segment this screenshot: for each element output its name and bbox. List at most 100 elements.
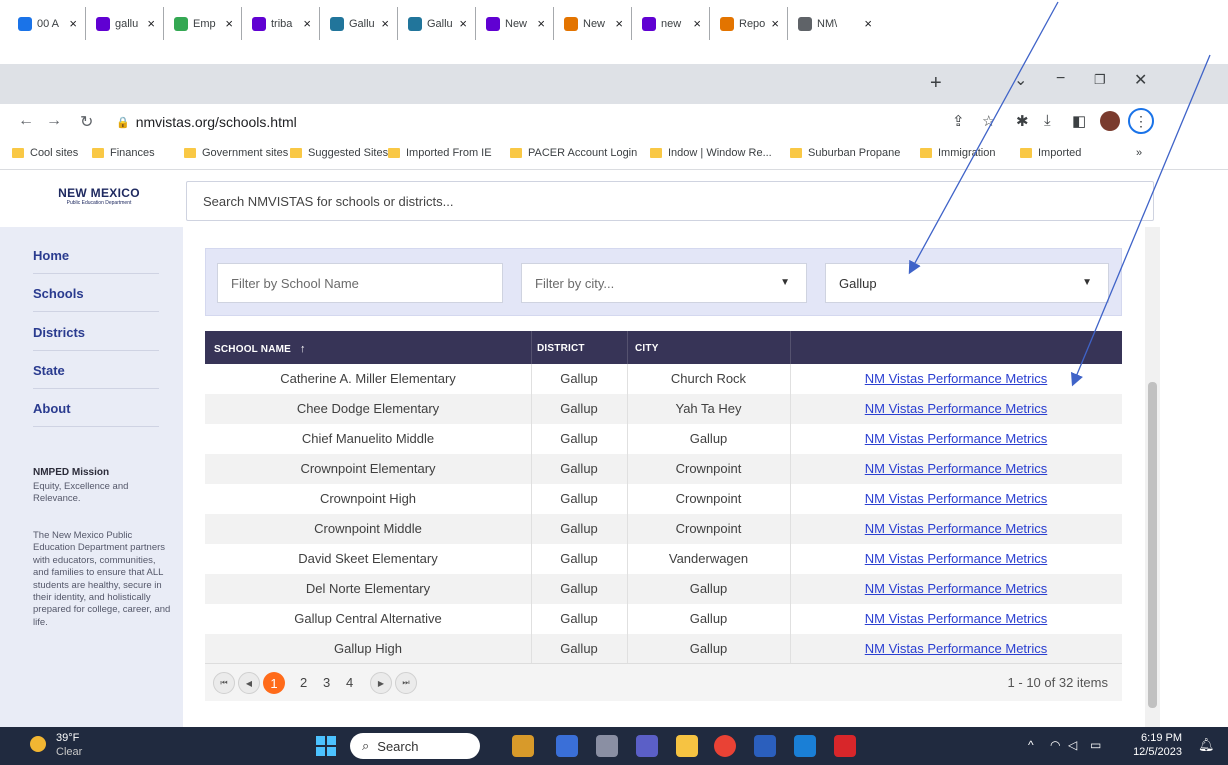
nav-districts[interactable]: Districts — [33, 325, 159, 351]
first-page-icon[interactable]: ⏮ — [213, 672, 235, 694]
tab-close-icon[interactable]: × — [225, 16, 233, 31]
metrics-link[interactable]: NM Vistas Performance Metrics — [865, 491, 1048, 506]
metrics-link[interactable]: NM Vistas Performance Metrics — [865, 611, 1048, 626]
menu-dots-icon[interactable]: ⋮ — [1128, 108, 1154, 134]
tab-close-icon[interactable]: × — [303, 16, 311, 31]
share-icon[interactable]: ⇪ — [952, 112, 965, 130]
extensions-icon[interactable]: ✱ — [1016, 112, 1029, 130]
browser-tab[interactable]: Repo × — [710, 7, 788, 40]
browser-tab[interactable]: New × — [554, 7, 632, 40]
tab-close-icon[interactable]: × — [459, 16, 467, 31]
tab-close-icon[interactable]: × — [615, 16, 623, 31]
header-district[interactable]: DISTRICT — [537, 343, 585, 354]
prev-page-icon[interactable]: ◀ — [238, 672, 260, 694]
wifi-icon[interactable]: ◠ — [1050, 738, 1060, 752]
browser-tab[interactable]: Gallu × — [398, 7, 476, 40]
tab-close-icon[interactable]: × — [693, 16, 701, 31]
nmped-logo[interactable]: NEW MEXICO Public Education Department — [58, 186, 140, 214]
metrics-link[interactable]: NM Vistas Performance Metrics — [865, 371, 1048, 386]
bookmark-item[interactable]: Finances — [92, 147, 155, 159]
tab-close-icon[interactable]: × — [381, 16, 389, 31]
bookmark-item[interactable]: Cool sites — [12, 147, 78, 159]
teams-icon[interactable] — [636, 735, 658, 757]
scrollbar-thumb[interactable] — [1148, 382, 1157, 708]
chrome-icon[interactable] — [714, 735, 736, 757]
page-1[interactable]: 1 — [263, 672, 285, 694]
notification-bell-icon[interactable]: 🔔︎ — [1198, 737, 1215, 753]
weather-temp[interactable]: 39°F — [56, 732, 79, 744]
bookmark-item[interactable]: Immigration — [920, 147, 995, 159]
bookmark-star-icon[interactable]: ☆ — [982, 112, 995, 130]
tab-close-icon[interactable]: × — [771, 16, 779, 31]
page-2[interactable]: 2 — [300, 675, 307, 690]
browser-tab[interactable]: gallu × — [86, 7, 164, 40]
chat-app-icon[interactable] — [556, 735, 578, 757]
speaker-icon[interactable]: ◁ — [1068, 738, 1077, 752]
back-icon[interactable]: ← — [18, 112, 34, 130]
bookmarks-overflow-icon[interactable]: » — [1136, 147, 1142, 159]
battery-icon[interactable]: ▭ — [1090, 738, 1101, 752]
tab-close-icon[interactable]: × — [537, 16, 545, 31]
next-page-icon[interactable]: ▶ — [370, 672, 392, 694]
nav-schools[interactable]: Schools — [33, 286, 159, 312]
metrics-link[interactable]: NM Vistas Performance Metrics — [865, 401, 1048, 416]
nav-state[interactable]: State — [33, 363, 159, 389]
clock-date[interactable]: 12/5/2023 — [1133, 746, 1182, 758]
tab-close-icon[interactable]: × — [147, 16, 155, 31]
browser-tab[interactable]: Gallu × — [320, 7, 398, 40]
weather-condition[interactable]: Clear — [56, 746, 82, 758]
bookmark-item[interactable]: Indow | Window Re... — [650, 147, 772, 159]
task-view-icon[interactable] — [596, 735, 618, 757]
bookmark-item[interactable]: PACER Account Login — [510, 147, 637, 159]
browser-tab[interactable]: Emp × — [164, 7, 242, 40]
page-4[interactable]: 4 — [346, 675, 353, 690]
taskbar-search[interactable]: ⌕ Search — [350, 733, 480, 759]
tab-close-icon[interactable]: × — [864, 16, 872, 31]
side-panel-icon[interactable]: ◧ — [1072, 112, 1086, 130]
site-search-input[interactable]: Search NMVISTAS for schools or districts… — [186, 181, 1154, 221]
browser-tab[interactable]: New × — [476, 7, 554, 40]
tab-search-icon[interactable]: ⌄ — [1014, 70, 1027, 90]
close-window-button[interactable]: ✕ — [1134, 70, 1147, 90]
browser-tab[interactable]: NM\ × — [788, 7, 880, 40]
page-3[interactable]: 3 — [323, 675, 330, 690]
new-tab-button[interactable]: + — [930, 72, 942, 95]
metrics-link[interactable]: NM Vistas Performance Metrics — [865, 431, 1048, 446]
bookmark-item[interactable]: Suburban Propane — [790, 147, 900, 159]
header-school-name[interactable]: SCHOOL NAME ↑ — [214, 343, 306, 355]
url-bar[interactable]: 🔒 nmvistas.org/schools.html — [108, 108, 944, 136]
briefcase-app-icon[interactable] — [512, 735, 534, 757]
bookmark-item[interactable]: Government sites — [184, 147, 288, 159]
header-city[interactable]: CITY — [635, 343, 659, 354]
bookmark-item[interactable]: Suggested Sites — [290, 147, 388, 159]
browser-tab[interactable]: triba × — [242, 7, 320, 40]
school-name-filter[interactable]: Filter by School Name — [217, 263, 503, 303]
tray-chevron-icon[interactable]: ^ — [1028, 738, 1034, 752]
city-filter[interactable]: Filter by city... ▼ — [521, 263, 807, 303]
bookmark-item[interactable]: Imported From IE — [388, 147, 492, 159]
acrobat-icon[interactable] — [834, 735, 856, 757]
metrics-link[interactable]: NM Vistas Performance Metrics — [865, 581, 1048, 596]
restore-button[interactable]: ❐ — [1094, 72, 1106, 88]
minimize-button[interactable]: − — [1056, 70, 1065, 88]
nav-about[interactable]: About — [33, 401, 159, 427]
windows-start-icon[interactable] — [316, 736, 336, 756]
file-explorer-icon[interactable] — [676, 735, 698, 757]
metrics-link[interactable]: NM Vistas Performance Metrics — [865, 461, 1048, 476]
download-icon[interactable]: ⤓ — [1044, 112, 1051, 129]
browser-tab[interactable]: 00 A × — [8, 7, 86, 40]
clock-time[interactable]: 6:19 PM — [1141, 732, 1182, 744]
last-page-icon[interactable]: ⏭ — [395, 672, 417, 694]
tab-close-icon[interactable]: × — [69, 16, 77, 31]
district-filter[interactable]: Gallup ▼ — [825, 263, 1109, 303]
reload-icon[interactable]: ↻ — [80, 112, 93, 132]
bookmark-item[interactable]: Imported — [1020, 147, 1081, 159]
nav-home[interactable]: Home — [33, 248, 159, 274]
metrics-link[interactable]: NM Vistas Performance Metrics — [865, 551, 1048, 566]
browser-tab[interactable]: new × — [632, 7, 710, 40]
metrics-link[interactable]: NM Vistas Performance Metrics — [865, 641, 1048, 656]
forward-icon[interactable]: → — [46, 112, 62, 130]
word-icon[interactable] — [754, 735, 776, 757]
profile-avatar[interactable] — [1100, 111, 1120, 131]
outlook-icon[interactable] — [794, 735, 816, 757]
